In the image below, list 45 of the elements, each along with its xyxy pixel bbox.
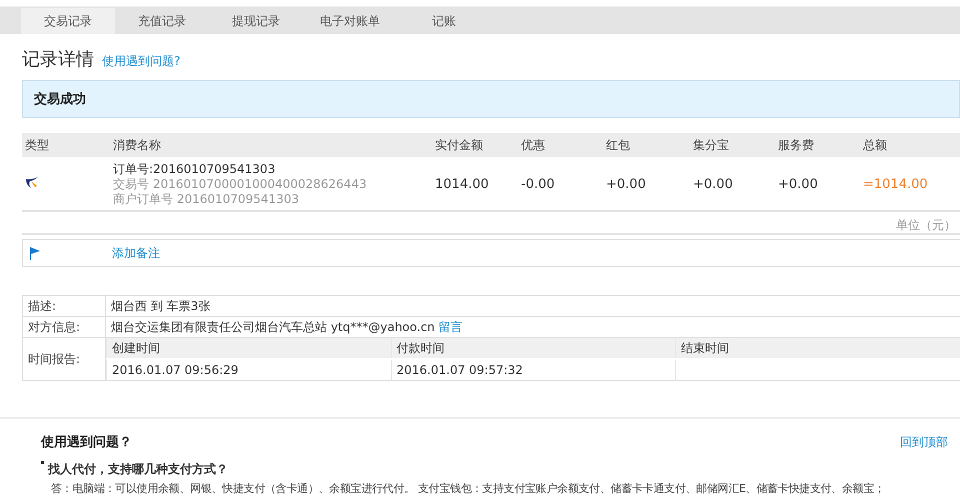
table-cell: 2016.01.07 09:56:29	[106, 359, 391, 380]
tab[interactable]: 交易记录	[21, 8, 115, 34]
status-text: 交易成功	[34, 90, 86, 108]
column-header: 结束时间	[676, 338, 960, 359]
column-header: 红包	[603, 133, 690, 158]
time-label: 时间报告:	[22, 338, 106, 380]
page-title: 记录详情	[22, 48, 94, 71]
unit-note: 单位（元）	[896, 218, 956, 232]
order-number: 订单号:2016010709541303	[113, 162, 276, 177]
description-value: 烟台西 到 车票3张	[106, 296, 960, 316]
table-cell: 1014.00	[432, 158, 518, 211]
faq-answer: 答：电脑端：可以使用余额、网银、快捷支付（含卡通）、余额宝进行代付。 支付宝钱包：支持支付宝账户余额支付、储蓄卡卡通支付、邮储网汇E、储蓄卡快捷支付、余额宝；	[50, 481, 886, 496]
trade-number: 交易号 2016010700001000400028626443	[113, 177, 368, 192]
description-label: 描述:	[22, 296, 106, 316]
faq-question: 找人代付，支持哪几种支付方式？	[48, 461, 228, 478]
column-header: 类型	[22, 133, 110, 158]
tab[interactable]: 记账	[397, 8, 491, 34]
column-header: 总额	[860, 133, 960, 158]
flag-icon	[29, 246, 41, 260]
column-header: 集分宝	[690, 133, 775, 158]
column-header: 实付金额	[432, 133, 518, 158]
column-header: 消费名称	[110, 133, 432, 158]
table-cell: +0.00	[603, 158, 690, 211]
column-header: 创建时间	[106, 338, 391, 359]
table-cell: 2016.01.07 09:57:32	[391, 359, 676, 380]
message-link[interactable]: 留言	[438, 320, 463, 334]
column-header: 优惠	[518, 133, 603, 158]
bullet-icon	[41, 461, 44, 464]
total-amount: =1014.00	[860, 158, 960, 211]
tab[interactable]: 提现记录	[209, 8, 303, 34]
merchant-order-number: 商户订单号 2016010709541303	[113, 192, 300, 207]
counterparty-value: 烟台交运集团有限责任公司烟台汽车总站 ytq***@yahoo.cn	[111, 320, 435, 334]
counterparty-label: 对方信息:	[22, 316, 106, 338]
column-header: 付款时间	[391, 338, 676, 359]
bird-icon	[25, 176, 39, 188]
tab[interactable]: 电子对账单	[303, 8, 397, 34]
table-cell: +0.00	[775, 158, 860, 211]
column-header: 服务费	[775, 133, 860, 158]
tab[interactable]: 充值记录	[115, 8, 209, 34]
add-remark-link[interactable]: 添加备注	[112, 244, 160, 262]
help-link[interactable]: 使用遇到问题?	[102, 53, 180, 70]
table-cell: -0.00	[518, 158, 603, 211]
back-to-top-link[interactable]: 回到顶部	[900, 434, 948, 450]
help-title: 使用遇到问题？	[41, 434, 132, 451]
table-cell: +0.00	[690, 158, 775, 211]
